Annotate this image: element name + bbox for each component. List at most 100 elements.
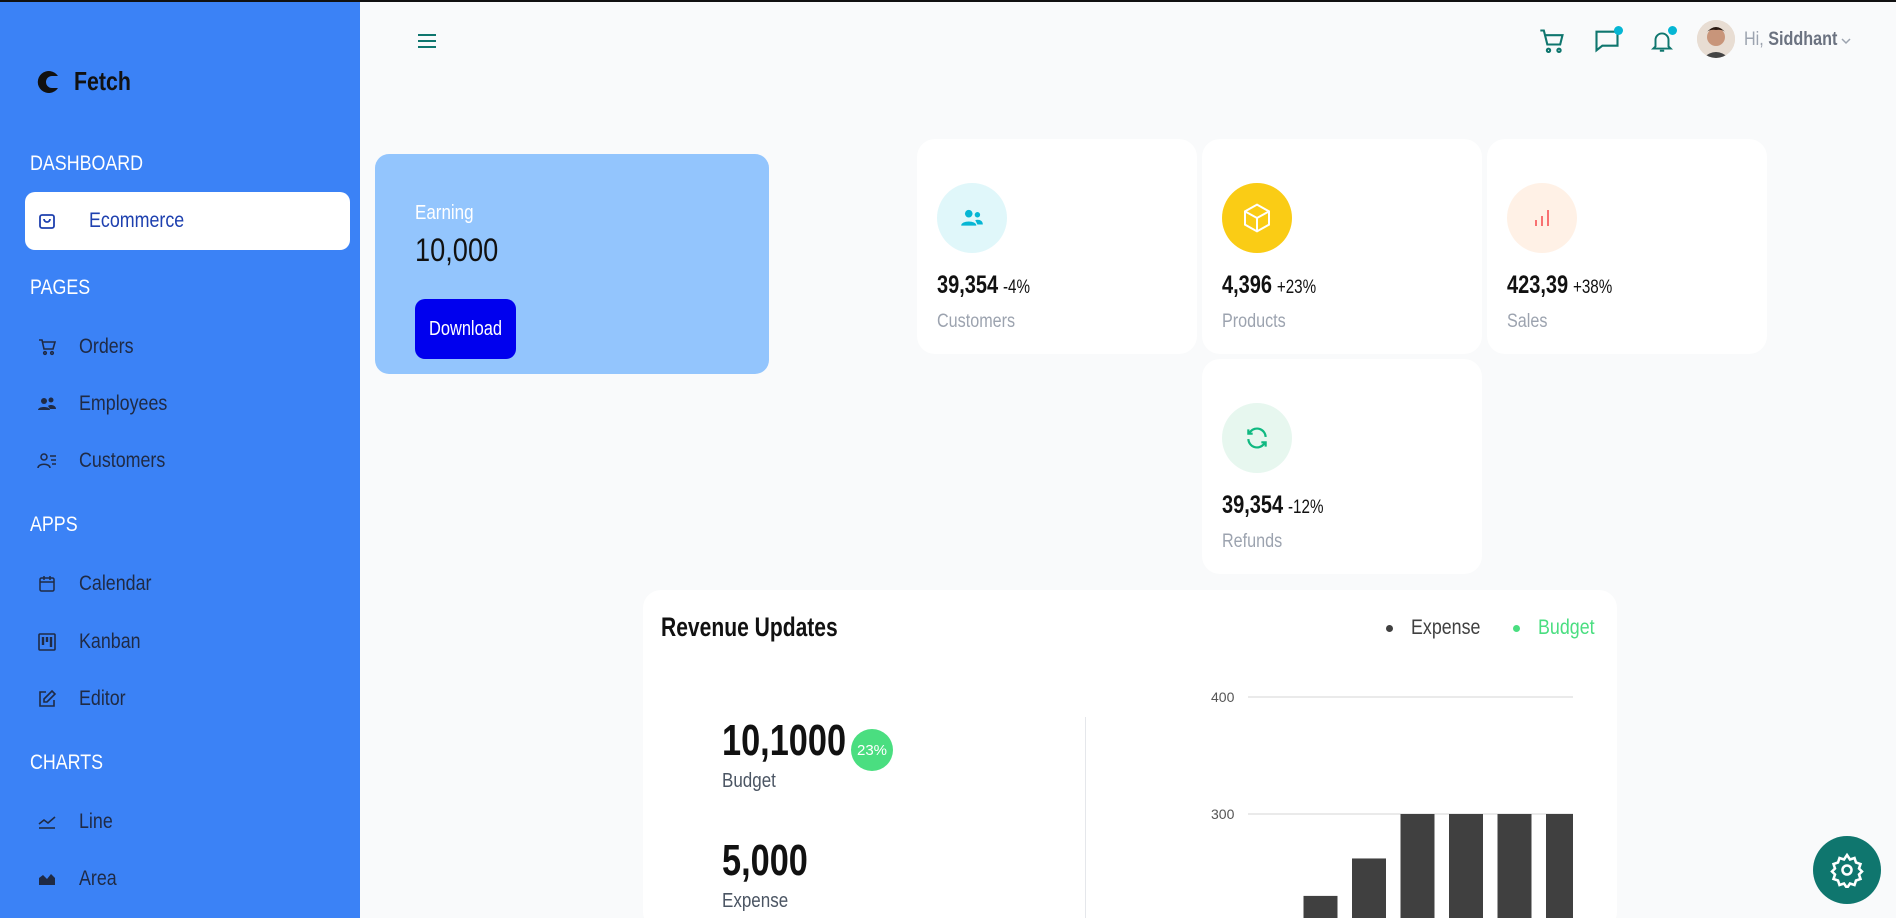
user-name: Siddhant [1768, 29, 1838, 50]
shopping-bag-icon [35, 209, 59, 233]
calendar-icon [35, 572, 59, 596]
people-icon [35, 392, 59, 416]
chart-bar[interactable] [1449, 814, 1483, 918]
download-button[interactable]: Download [415, 299, 516, 359]
sidebar-item-label: Customers [79, 449, 166, 472]
sidebar-item-area[interactable]: Area [25, 850, 350, 908]
chevron-down-icon [1841, 38, 1851, 45]
sidebar-item-customers[interactable]: Customers [25, 432, 350, 490]
section-title-charts: CHARTS [30, 751, 104, 774]
legend-label-expense: Expense [1411, 616, 1481, 639]
budget-label: Budget [722, 770, 776, 792]
sidebar-item-editor[interactable]: Editor [25, 670, 350, 728]
sidebar-item-line[interactable]: Line [25, 793, 350, 851]
sidebar-item-label: Editor [79, 687, 126, 710]
sidebar-item-label: Employees [79, 392, 168, 415]
notification-dot [1614, 26, 1623, 35]
sidebar-item-label: Calendar [79, 572, 152, 595]
greeting-text: Hi, [1744, 29, 1764, 50]
sidebar-item-calendar[interactable]: Calendar [25, 555, 350, 613]
gear-icon [1830, 852, 1864, 888]
brand-logo[interactable]: Fetch [34, 66, 143, 97]
chat-button[interactable] [1590, 24, 1624, 58]
earning-label: Earning [415, 202, 474, 224]
edit-icon [35, 687, 59, 711]
chart-bar[interactable] [1546, 814, 1573, 918]
avatar[interactable] [1697, 20, 1735, 58]
stat-label: Refunds [1222, 531, 1283, 552]
stat-change: +38% [1572, 277, 1613, 298]
stat-change: +23% [1276, 277, 1317, 298]
cart-icon [35, 335, 59, 359]
stat-change: -12% [1287, 497, 1324, 518]
box-icon[interactable] [1222, 183, 1292, 253]
brand-name: Fetch [74, 66, 131, 96]
earning-card: Earning 10,000 Download [375, 154, 769, 374]
area-chart-icon [35, 867, 59, 891]
sidebar-item-employees[interactable]: Employees [25, 375, 350, 433]
sidebar: Fetch DASHBOARD Ecommerce PAGES Orders E… [0, 2, 360, 918]
sidebar-item-label: Orders [79, 335, 134, 358]
stat-label: Products [1222, 311, 1286, 332]
menu-toggle-button[interactable] [410, 24, 444, 58]
y-tick-label: 400 [1211, 690, 1235, 705]
section-title-pages: PAGES [30, 276, 91, 299]
hamburger-icon [418, 34, 436, 48]
sidebar-item-kanban[interactable]: Kanban [25, 613, 350, 671]
legend-dot-budget [1513, 624, 1520, 632]
stat-card-customers: 39,354 -4% Customers [917, 139, 1197, 354]
divider [1085, 717, 1086, 918]
y-tick-label: 300 [1211, 806, 1235, 822]
expense-value: 5,000 [722, 836, 808, 885]
earning-value: 10,000 [415, 232, 499, 268]
chart-bar[interactable] [1352, 858, 1386, 918]
revenue-bar-chart: 400 300 [1211, 690, 1573, 918]
download-button-label: Download [429, 317, 502, 340]
stat-value: 423,39 +38% [1507, 271, 1613, 299]
legend-dot-expense [1386, 624, 1393, 632]
budget-value: 10,1000 [722, 716, 847, 765]
stat-card-sales: 423,39 +38% Sales [1487, 139, 1767, 354]
customers-icon[interactable] [937, 183, 1007, 253]
sidebar-item-label: Line [79, 810, 113, 833]
legend-label-budget: Budget [1538, 616, 1595, 639]
stat-card-products: 4,396 +23% Products [1202, 139, 1482, 354]
stat-label: Customers [937, 311, 1016, 332]
legend-budget: Budget [1513, 616, 1605, 640]
cart-icon [1540, 29, 1564, 54]
brand-logo-icon [37, 70, 58, 93]
user-avatar-icon [1697, 20, 1735, 58]
stat-value: 39,354 -4% [937, 271, 1031, 299]
expense-label: Expense [722, 890, 789, 912]
sidebar-item-ecommerce[interactable]: Ecommerce [25, 192, 350, 250]
stat-value: 39,354 -12% [1222, 491, 1324, 519]
sidebar-item-label: Ecommerce [89, 209, 185, 232]
user-menu-dropdown[interactable] [1836, 24, 1856, 58]
budget-change-badge: 23% [851, 729, 893, 771]
bar-chart-icon[interactable] [1507, 183, 1577, 253]
user-list-icon [35, 449, 59, 473]
section-title-dashboard: DASHBOARD [30, 152, 144, 175]
line-chart-icon [35, 810, 59, 834]
legend-expense: Expense [1386, 616, 1493, 640]
stat-value: 4,396 +23% [1222, 271, 1317, 299]
sidebar-item-orders[interactable]: Orders [25, 318, 350, 376]
refresh-icon[interactable] [1222, 403, 1292, 473]
revenue-updates-card: Revenue Updates Expense Budget 10,1000 2… [643, 590, 1617, 918]
settings-button[interactable] [1813, 836, 1881, 904]
sidebar-item-label: Area [79, 867, 117, 890]
cart-button[interactable] [1535, 24, 1569, 58]
chart-bar[interactable] [1303, 895, 1338, 918]
stat-card-refunds: 39,354 -12% Refunds [1202, 359, 1482, 574]
sidebar-item-label: Kanban [79, 630, 141, 653]
chart-bar[interactable] [1497, 814, 1532, 918]
stat-change: -4% [1002, 277, 1031, 298]
user-greeting[interactable]: Hi, Siddhant [1744, 29, 1837, 51]
stat-label: Sales [1507, 311, 1548, 332]
notification-dot [1668, 26, 1677, 35]
section-title-apps: APPS [30, 513, 78, 536]
chart-bar[interactable] [1400, 814, 1435, 918]
notifications-button[interactable] [1645, 24, 1679, 58]
kanban-icon [35, 630, 59, 654]
revenue-title: Revenue Updates [661, 612, 838, 642]
